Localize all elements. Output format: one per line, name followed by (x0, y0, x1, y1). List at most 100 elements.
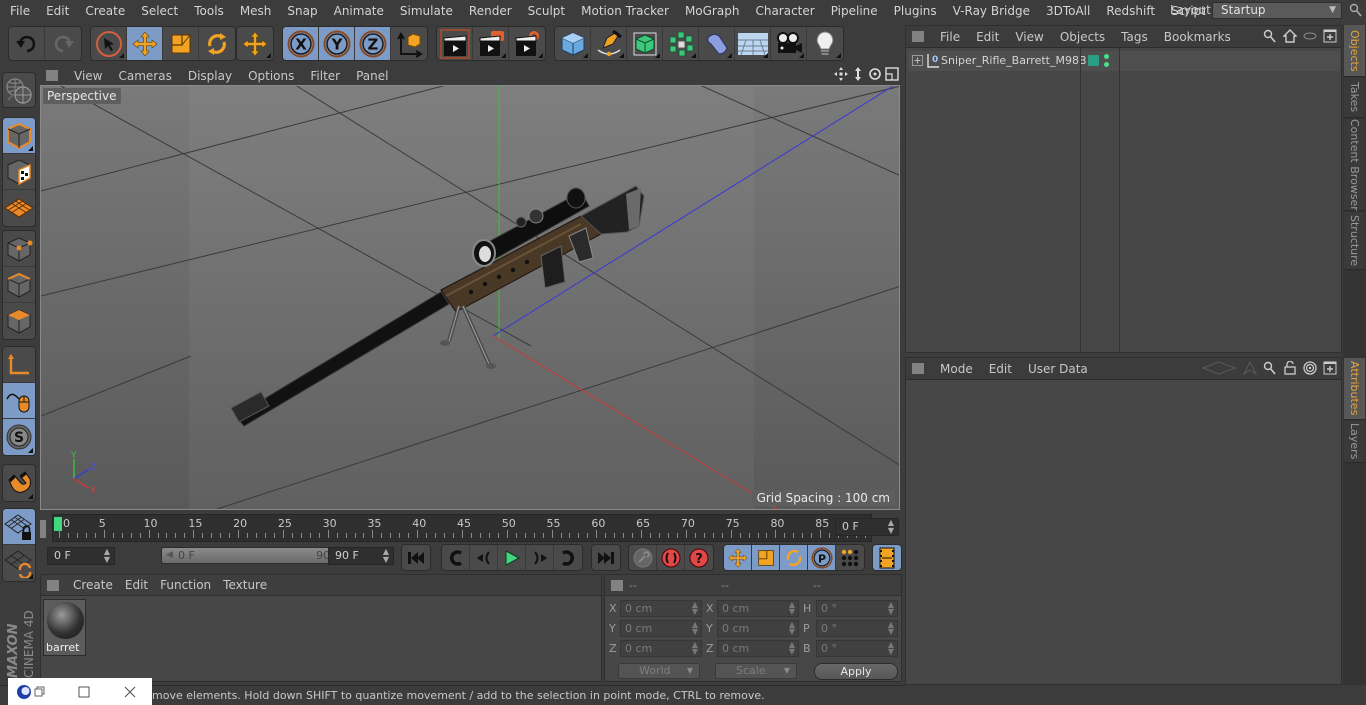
viewport-menu-panel[interactable]: Panel (348, 69, 396, 83)
apply-button[interactable]: Apply (814, 663, 898, 680)
points-mode-button[interactable] (3, 231, 35, 267)
next-key-button[interactable] (554, 545, 582, 570)
timeline-playhead[interactable] (54, 517, 62, 531)
up-arrow-icon[interactable] (1243, 361, 1257, 375)
spinner-icon[interactable]: ▲ ▼ (789, 641, 795, 656)
light-button[interactable] (807, 27, 843, 60)
spinner-icon[interactable]: ▲ ▼ (383, 548, 389, 564)
menu-animate[interactable]: Animate (326, 0, 392, 22)
attribute-menu-edit[interactable]: Edit (981, 362, 1020, 376)
spinner-icon[interactable]: ▲ ▼ (888, 621, 894, 636)
search-icon[interactable] (1349, 3, 1363, 17)
object-row[interactable]: 0 Sniper_Rifle_Barrett_M98B (908, 51, 1340, 71)
live-selection-button[interactable] (91, 27, 127, 60)
menu-simulate[interactable]: Simulate (392, 0, 461, 22)
spinner-icon[interactable]: ▲ ▼ (789, 601, 795, 616)
last-tool-button[interactable] (237, 27, 273, 60)
material-menu-create[interactable]: Create (67, 578, 119, 592)
timeline-window-button[interactable] (873, 545, 901, 570)
world-coordinates-button[interactable] (391, 27, 427, 60)
spinner-icon[interactable]: ▲ ▼ (692, 621, 698, 636)
previous-key-button[interactable] (442, 545, 470, 570)
play-button[interactable] (498, 545, 526, 570)
material-menu-function[interactable]: Function (154, 578, 217, 592)
viewport-menu-view[interactable]: View (66, 69, 110, 83)
material-menu-edit[interactable]: Edit (119, 578, 154, 592)
menu-3dtoall[interactable]: 3DToAll (1038, 0, 1098, 22)
key-pla-button[interactable] (836, 545, 864, 570)
y-axis-lock-button[interactable]: Y (319, 27, 355, 60)
scale-button[interactable] (163, 27, 199, 60)
timeline-ruler[interactable]: 051015202530354045505560657075808590 (52, 514, 874, 542)
menu-file[interactable]: File (2, 0, 38, 22)
attribute-menu-mode[interactable]: Mode (932, 362, 981, 376)
maximize-view-icon[interactable] (885, 67, 899, 81)
key-scale-button[interactable] (752, 545, 780, 570)
viewport-menu-options[interactable]: Options (240, 69, 302, 83)
maximize-icon[interactable] (78, 686, 90, 698)
3d-viewport[interactable]: Y Z X Perspective Grid Spacing : 100 cm (40, 85, 900, 510)
object-menu-file[interactable]: File (932, 30, 968, 44)
spinner-icon[interactable]: ▲ ▼ (789, 621, 795, 636)
key-position-button[interactable] (724, 545, 752, 570)
search-icon[interactable] (1263, 361, 1277, 375)
subdivision-surface-button[interactable] (627, 27, 663, 60)
search-icon[interactable] (1263, 29, 1277, 43)
render-view-button[interactable] (437, 27, 473, 60)
planar-workplane-button[interactable] (3, 545, 35, 581)
viewport-menu-filter[interactable]: Filter (302, 69, 348, 83)
cloner-button[interactable] (663, 27, 699, 60)
range-left-arrow-icon[interactable]: ◀ (166, 548, 173, 563)
render-settings-button[interactable] (509, 27, 545, 60)
menu-redshift[interactable]: Redshift (1098, 0, 1163, 22)
target-icon[interactable] (1303, 361, 1317, 375)
menu-render[interactable]: Render (461, 0, 520, 22)
object-menu-bookmarks[interactable]: Bookmarks (1156, 30, 1239, 44)
menu-snap[interactable]: Snap (279, 0, 325, 22)
bend-deformer-button[interactable] (699, 27, 735, 60)
back-arrow-icon[interactable] (1201, 361, 1237, 375)
hierarchy-icon[interactable] (1303, 29, 1317, 43)
z-axis-lock-button[interactable]: Z (355, 27, 391, 60)
menu-vray-bridge[interactable]: V-Ray Bridge (945, 0, 1038, 22)
layer-color-tag-icon[interactable] (1088, 55, 1099, 66)
unlock-icon[interactable] (1283, 361, 1297, 375)
new-panel-icon[interactable] (1323, 361, 1337, 375)
object-menu-view[interactable]: View (1007, 30, 1051, 44)
size-y-field[interactable]: 0 cm ▲ ▼ (717, 620, 799, 637)
new-panel-icon[interactable] (1323, 29, 1337, 43)
menu-sculpt[interactable]: Sculpt (520, 0, 573, 22)
close-icon[interactable] (124, 686, 136, 698)
object-name[interactable]: Sniper_Rifle_Barrett_M98B (941, 54, 1087, 67)
spinner-icon[interactable]: ▲ ▼ (104, 548, 110, 564)
layout-select[interactable]: Startup ▼ (1212, 2, 1342, 19)
spinner-icon[interactable]: ▲ ▼ (888, 641, 894, 656)
coordinate-space-select[interactable]: World ▼ (618, 663, 700, 679)
tab-structure[interactable]: Structure (1344, 212, 1365, 270)
make-editable-button[interactable] (3, 73, 35, 107)
go-to-end-button[interactable] (592, 545, 620, 570)
menu-select[interactable]: Select (133, 0, 186, 22)
panel-grip-icon[interactable] (46, 70, 58, 81)
menu-character[interactable]: Character (747, 0, 822, 22)
spinner-icon[interactable]: ▲ ▼ (692, 601, 698, 616)
pan-icon[interactable] (834, 67, 848, 81)
position-y-field[interactable]: 0 cm ▲ ▼ (620, 620, 702, 637)
texture-mode-button[interactable] (3, 154, 35, 190)
viewport-menu-cameras[interactable]: Cameras (110, 69, 179, 83)
key-rotation-button[interactable] (780, 545, 808, 570)
rotation-p-field[interactable]: 0 ° ▲ ▼ (816, 620, 898, 637)
render-visibility-dot-icon[interactable] (1104, 62, 1109, 67)
rotation-b-field[interactable]: 0 ° ▲ ▼ (816, 640, 898, 657)
redo-button[interactable] (45, 27, 81, 60)
keyframe-selection-button[interactable]: ? (685, 545, 713, 570)
viewport-menu-display[interactable]: Display (180, 69, 240, 83)
column-divider[interactable] (1119, 48, 1120, 353)
menu-edit[interactable]: Edit (38, 0, 77, 22)
panel-grip-icon[interactable] (47, 579, 59, 591)
orbit-icon[interactable] (868, 67, 882, 81)
menu-motion-tracker[interactable]: Motion Tracker (573, 0, 677, 22)
size-mode-select[interactable]: Scale ▼ (715, 663, 797, 679)
object-menu-edit[interactable]: Edit (968, 30, 1007, 44)
tab-attributes[interactable]: Attributes (1344, 358, 1365, 420)
